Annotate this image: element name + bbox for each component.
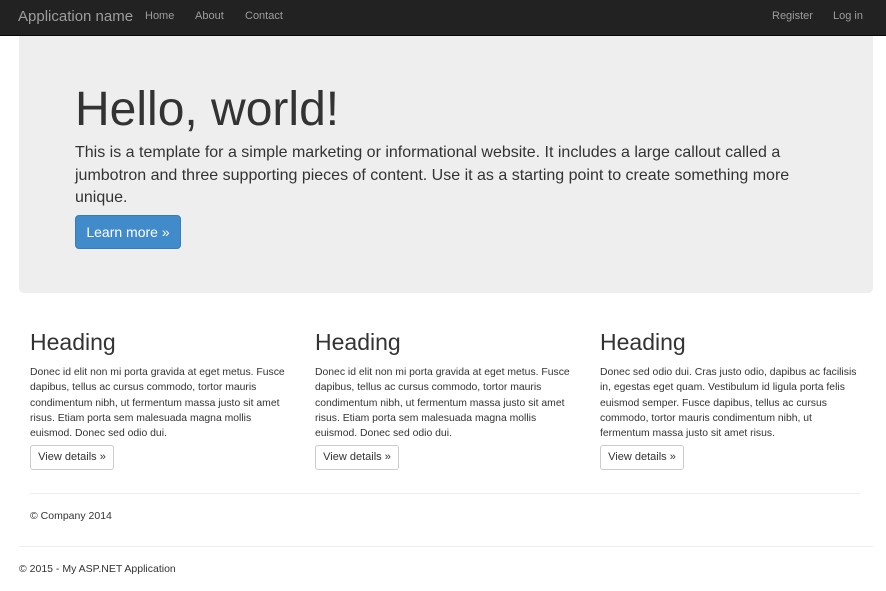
view-details-button-2[interactable]: View details » — [315, 445, 399, 470]
site-footer-text: © 2015 - My ASP.NET Application — [19, 563, 176, 575]
view-details-button-3[interactable]: View details » — [600, 445, 684, 470]
content-column-3: Heading Donec sed odio dui. Cras justo o… — [600, 329, 860, 470]
column-body: Donec sed odio dui. Cras justo odio, dap… — [600, 367, 857, 440]
column-body: Donec id elit non mi porta gravida at eg… — [315, 367, 570, 440]
nav-home-link[interactable]: Home — [145, 0, 174, 36]
column-heading: Heading — [315, 329, 401, 355]
column-body: Donec id elit non mi porta gravida at eg… — [30, 367, 285, 440]
content-column-1: Heading Donec id elit non mi porta gravi… — [30, 329, 290, 470]
jumbotron-title: Hello, world! — [75, 83, 340, 136]
column-heading: Heading — [30, 329, 116, 355]
view-details-button-1[interactable]: View details » — [30, 445, 114, 470]
learn-more-button[interactable]: Learn more » — [75, 215, 181, 249]
content-column-2: Heading Donec id elit non mi porta gravi… — [315, 329, 575, 470]
login-link[interactable]: Log in — [833, 0, 863, 36]
nav-about-link[interactable]: About — [195, 0, 224, 36]
company-footer-text: © Company 2014 — [30, 510, 112, 522]
nav-contact-link[interactable]: Contact — [245, 0, 283, 36]
top-navbar: Application name Home About Contact Regi… — [0, 0, 886, 36]
jumbotron: Hello, world! This is a template for a s… — [19, 36, 873, 293]
jumbotron-lead: This is a template for a simple marketin… — [75, 144, 790, 206]
content-divider — [30, 493, 860, 494]
brand-link[interactable]: Application name — [18, 0, 133, 36]
column-heading: Heading — [600, 329, 686, 355]
register-link[interactable]: Register — [772, 0, 813, 36]
footer-divider — [19, 546, 873, 547]
